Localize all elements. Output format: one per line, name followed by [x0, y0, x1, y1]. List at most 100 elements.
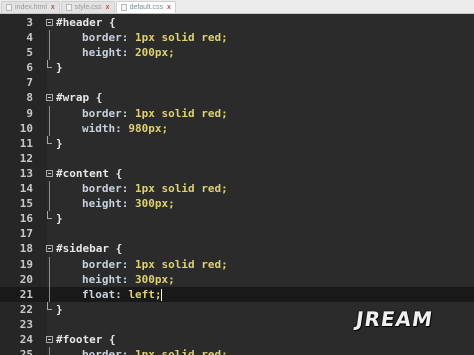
css-value: 1px solid red; [134, 31, 228, 45]
line-number: 17 [19, 227, 33, 241]
fold-end-icon [47, 60, 52, 69]
tab-label: default.css [129, 4, 164, 11]
code-line[interactable]: 15 height: 300px; [0, 196, 474, 212]
line-number: 15 [19, 197, 33, 211]
code-editor[interactable]: 3 #header {4 border: 1px solid red; 5 height… [0, 15, 474, 355]
css-property: border: [82, 348, 135, 355]
tab-style-css[interactable]: style.css x [60, 1, 115, 13]
code-text: height: 200px; [56, 45, 175, 60]
code-line[interactable]: 10 width: 980px; [0, 120, 474, 136]
code-line[interactable]: 18 #sidebar { [0, 241, 474, 256]
code-line[interactable]: 17 [0, 226, 474, 241]
line-number: 14 [19, 182, 33, 196]
css-brace: } [56, 136, 63, 150]
code-line[interactable]: 14 border: 1px solid red; [0, 181, 474, 197]
fold-end-icon [47, 301, 52, 310]
css-brace: } [56, 302, 63, 316]
css-property: float: [82, 287, 129, 301]
fold-toggle-icon[interactable] [46, 169, 53, 177]
line-number: 9 [26, 106, 33, 120]
css-property: width: [82, 121, 129, 135]
css-brace: } [56, 212, 63, 226]
fold-toggle-icon[interactable] [46, 335, 53, 343]
fold-line-icon [49, 45, 50, 61]
code-text: #sidebar { [56, 241, 122, 256]
code-text: height: 300px; [56, 196, 175, 211]
line-number: 20 [19, 272, 33, 286]
line-number: 21 [19, 287, 33, 301]
tab-default-css[interactable]: default.css x [115, 1, 176, 13]
css-selector: #content [56, 166, 116, 180]
close-tab-icon[interactable]: x [51, 4, 55, 11]
code-line[interactable]: 9 border: 1px solid red; [0, 105, 474, 121]
code-text: } [56, 302, 63, 317]
css-property: border: [82, 257, 135, 271]
css-selector: #header [56, 16, 109, 29]
fold-toggle-icon[interactable] [46, 245, 53, 253]
css-selector: #footer [56, 332, 109, 346]
code-text: border: 1px solid red; [56, 347, 228, 355]
line-number: 12 [19, 151, 33, 165]
code-line[interactable]: 8 #wrap { [0, 90, 474, 105]
fold-line-icon [49, 196, 50, 212]
tab-label: index.html [15, 4, 47, 11]
css-brace: { [115, 242, 123, 256]
code-line[interactable]: 3 #header { [0, 15, 474, 30]
code-line[interactable]: 24 #footer { [0, 332, 474, 347]
line-number: 22 [19, 302, 33, 316]
line-number: 4 [26, 31, 33, 45]
close-tab-icon[interactable]: x [106, 4, 110, 11]
fold-line-icon [49, 256, 50, 272]
current-code-line[interactable]: 21 float: left; [0, 286, 474, 302]
code-line[interactable]: 19 border: 1px solid red; [0, 256, 474, 272]
code-line[interactable]: 4 border: 1px solid red; [0, 30, 474, 46]
line-number: 25 [19, 348, 33, 355]
css-value: 1px solid red; [134, 348, 228, 355]
code-text: #footer { [56, 332, 116, 347]
code-line[interactable]: 13 #content { [0, 166, 474, 181]
code-line[interactable]: 11} [0, 135, 474, 151]
fold-toggle-icon[interactable] [46, 94, 53, 102]
code-line[interactable]: 12 [0, 151, 474, 166]
code-text: height: 300px; [56, 272, 175, 287]
code-line[interactable]: 16} [0, 211, 474, 226]
editor-window: index.html x style.css x default.css x 3 #head… [0, 0, 474, 355]
code-text: border: 1px solid red; [56, 257, 228, 272]
code-text: } [56, 136, 63, 151]
code-line[interactable]: 5 height: 200px; [0, 45, 474, 61]
fold-toggle-icon[interactable] [46, 19, 53, 26]
code-line[interactable]: 6} [0, 60, 474, 75]
css-value: 200px; [134, 46, 175, 60]
tab-index-html[interactable]: index.html x [1, 1, 60, 13]
line-number: 13 [19, 166, 33, 180]
jream-watermark-logo: JREAM [354, 307, 435, 331]
code-line[interactable]: 7 [0, 75, 474, 90]
fold-line-icon [49, 30, 50, 46]
code-text: } [56, 60, 63, 75]
text-cursor [161, 288, 163, 301]
css-property: border: [82, 31, 135, 45]
code-line[interactable]: 25 border: 1px solid red; [0, 347, 474, 355]
file-icon [6, 4, 12, 11]
fold-end-icon [47, 211, 52, 220]
code-text: #content { [56, 166, 122, 181]
fold-end-icon [47, 135, 52, 144]
css-value: 300px; [134, 197, 175, 211]
code-text: border: 1px solid red; [56, 106, 228, 121]
line-number: 19 [19, 257, 33, 271]
code-text: } [56, 211, 63, 226]
line-number: 3 [26, 16, 33, 29]
css-brace: { [115, 166, 123, 180]
css-property: border: [82, 106, 135, 120]
line-number: 11 [19, 136, 33, 150]
line-number: 7 [26, 76, 33, 90]
line-number: 5 [26, 46, 33, 60]
code-text: border: 1px solid red; [56, 30, 228, 45]
line-number: 23 [19, 317, 33, 331]
fold-line-icon [49, 347, 50, 355]
css-value: 1px solid red; [134, 182, 228, 196]
css-value: 300px; [134, 272, 175, 286]
close-tab-icon[interactable]: x [167, 4, 171, 11]
code-line[interactable]: 20 height: 300px; [0, 271, 474, 287]
code-text: border: 1px solid red; [56, 181, 228, 196]
